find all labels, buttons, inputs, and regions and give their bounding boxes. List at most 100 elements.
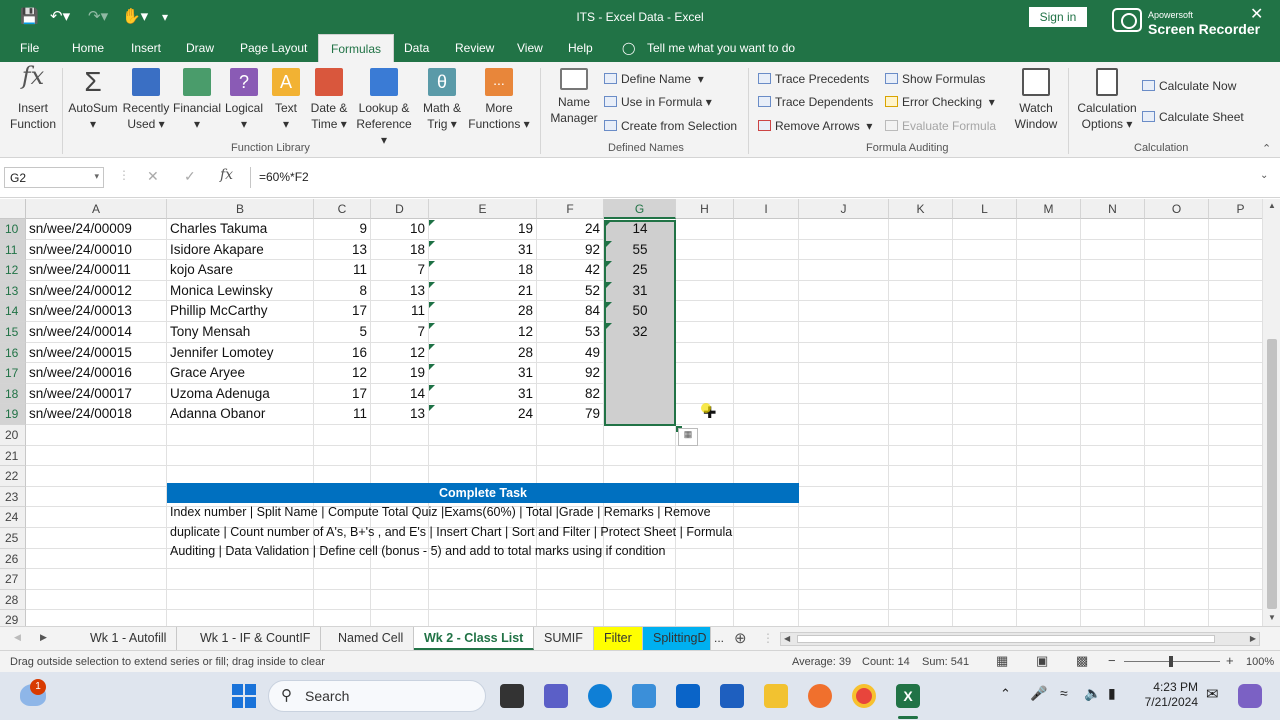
scroll-right-icon[interactable]: ▶ — [1250, 634, 1256, 643]
column-header-f[interactable]: F — [537, 199, 604, 219]
cell-d17[interactable]: 19 — [371, 363, 429, 384]
formula-input[interactable]: =60%*F2 — [250, 167, 1274, 188]
cell-d18[interactable]: 14 — [371, 384, 429, 405]
battery-icon[interactable]: ▮ — [1108, 685, 1116, 702]
row-header-18[interactable]: 18 — [0, 383, 26, 405]
cell-g16[interactable] — [604, 343, 676, 364]
recently-used-button[interactable]: Recently Used ▾ — [122, 68, 170, 132]
cell-g18[interactable] — [604, 384, 676, 405]
row-header-17[interactable]: 17 — [0, 363, 26, 384]
calculate-now-button[interactable]: Calculate Now — [1142, 79, 1236, 93]
calculate-sheet-button[interactable]: Calculate Sheet — [1142, 110, 1244, 124]
chrome-icon[interactable] — [852, 684, 876, 708]
cell-f15[interactable]: 53 — [537, 322, 604, 343]
row-header-23[interactable]: 23 — [0, 486, 26, 508]
row-header-21[interactable]: 21 — [0, 445, 26, 467]
zoom-slider-thumb[interactable] — [1169, 656, 1173, 667]
row-header-10[interactable]: 10 — [0, 219, 26, 240]
sheet-tab-wk2-class-list[interactable]: Wk 2 - Class List — [414, 627, 535, 650]
cell-c18[interactable]: 17 — [314, 384, 371, 405]
column-header-j[interactable]: J — [799, 199, 889, 219]
cell-a11[interactable]: sn/wee/24/00010 — [29, 240, 167, 261]
cell-f19[interactable]: 79 — [537, 404, 604, 425]
trace-precedents-button[interactable]: Trace Precedents — [758, 72, 869, 86]
tab-data[interactable]: Data — [404, 41, 429, 55]
lookup-reference-button[interactable]: Lookup & Reference ▾ — [352, 68, 416, 148]
cell-a15[interactable]: sn/wee/24/00014 — [29, 322, 167, 343]
cell-d13[interactable]: 13 — [371, 281, 429, 302]
column-header-a[interactable]: A — [26, 199, 167, 219]
trace-dependents-button[interactable]: Trace Dependents — [758, 95, 873, 109]
error-checking-button[interactable]: Error Checking ▾ — [885, 95, 995, 109]
cell-b11[interactable]: Isidore Akapare — [170, 240, 314, 261]
vertical-scrollbar[interactable]: ▲ ▼ — [1262, 199, 1280, 626]
chevron-up-icon[interactable]: ⌃ — [1000, 686, 1011, 702]
vertical-scroll-thumb[interactable] — [1267, 339, 1277, 609]
column-header-o[interactable]: O — [1145, 199, 1209, 219]
row-header-29[interactable]: 29 — [0, 610, 26, 626]
cell-b18[interactable]: Uzoma Adenuga — [170, 384, 314, 405]
row-header-22[interactable]: 22 — [0, 466, 26, 487]
more-sheets-ellipsis[interactable]: ... — [714, 631, 724, 645]
scroll-up-icon[interactable]: ▲ — [1268, 201, 1276, 210]
tab-view[interactable]: View — [517, 41, 543, 55]
cell-g17[interactable] — [604, 363, 676, 384]
row-header-19[interactable]: 19 — [0, 404, 26, 425]
taskbar-search[interactable]: ⚲ Search — [268, 680, 486, 712]
cell-f13[interactable]: 52 — [537, 281, 604, 302]
select-all-corner[interactable] — [0, 199, 26, 219]
tab-review[interactable]: Review — [455, 41, 494, 55]
sheet-tab-filter[interactable]: Filter — [594, 627, 643, 650]
insert-function-icon[interactable]: fx — [220, 167, 233, 183]
column-header-m[interactable]: M — [1017, 199, 1081, 219]
collapse-ribbon-icon[interactable]: ⌃ — [1262, 142, 1271, 155]
cell-d14[interactable]: 11 — [371, 301, 429, 322]
cell-d16[interactable]: 12 — [371, 343, 429, 364]
row-header-12[interactable]: 12 — [0, 260, 26, 281]
cell-f18[interactable]: 82 — [537, 384, 604, 405]
define-name-button[interactable]: Define Name ▾ — [604, 72, 704, 86]
name-manager-button[interactable]: Name Manager — [546, 68, 602, 126]
date-time-button[interactable]: Date & Time ▾ — [306, 68, 352, 132]
cell-c13[interactable]: 8 — [314, 281, 371, 302]
watch-window-button[interactable]: Watch Window — [1010, 68, 1062, 132]
microphone-icon[interactable]: 🎤 — [1030, 685, 1047, 702]
column-header-k[interactable]: K — [889, 199, 953, 219]
cell-f12[interactable]: 42 — [537, 260, 604, 281]
cell-c15[interactable]: 5 — [314, 322, 371, 343]
calculation-options-button[interactable]: Calculation Options ▾ — [1074, 68, 1140, 132]
cell-c17[interactable]: 12 — [314, 363, 371, 384]
wifi-icon[interactable]: ≈ — [1060, 685, 1068, 701]
cell-c12[interactable]: 11 — [314, 260, 371, 281]
tab-help[interactable]: Help — [568, 41, 593, 55]
cell-g10[interactable]: 14 — [604, 219, 676, 240]
speaker-icon[interactable]: 🔈 — [1084, 685, 1101, 702]
sheet-tab-wk1-autofill[interactable]: Wk 1 - Autofill — [80, 627, 178, 650]
cell-a19[interactable]: sn/wee/24/00018 — [29, 404, 167, 425]
cell-e13[interactable]: 21 — [429, 281, 537, 302]
excel-icon[interactable]: X — [896, 684, 920, 708]
enter-icon[interactable]: ✓ — [184, 168, 196, 185]
scroll-down-icon[interactable]: ▼ — [1268, 613, 1276, 622]
cell-e19[interactable]: 24 — [429, 404, 537, 425]
row-header-15[interactable]: 15 — [0, 322, 26, 343]
cell-g14[interactable]: 50 — [604, 301, 676, 322]
cell-d19[interactable]: 13 — [371, 404, 429, 425]
math-trig-button[interactable]: θ Math & Trig ▾ — [418, 68, 466, 132]
cell-e15[interactable]: 12 — [429, 322, 537, 343]
cell-b12[interactable]: kojo Asare — [170, 260, 314, 281]
cell-g19[interactable] — [604, 404, 676, 425]
chevron-down-icon[interactable]: ▾ — [94, 171, 99, 182]
cell-b10[interactable]: Charles Takuma — [170, 219, 314, 240]
teams-icon[interactable] — [544, 684, 568, 708]
cell-g13[interactable]: 31 — [604, 281, 676, 302]
page-break-view-icon[interactable]: ▩ — [1076, 653, 1088, 669]
zoom-level[interactable]: 100% — [1246, 656, 1274, 668]
taskbar-clock[interactable]: 4:23 PM 7/21/2024 — [1138, 680, 1198, 710]
cell-c16[interactable]: 16 — [314, 343, 371, 364]
cell-d10[interactable]: 10 — [371, 219, 429, 240]
cell-c11[interactable]: 13 — [314, 240, 371, 261]
tab-draw[interactable]: Draw — [186, 41, 214, 55]
cell-c14[interactable]: 17 — [314, 301, 371, 322]
tab-page-layout[interactable]: Page Layout — [240, 41, 307, 55]
